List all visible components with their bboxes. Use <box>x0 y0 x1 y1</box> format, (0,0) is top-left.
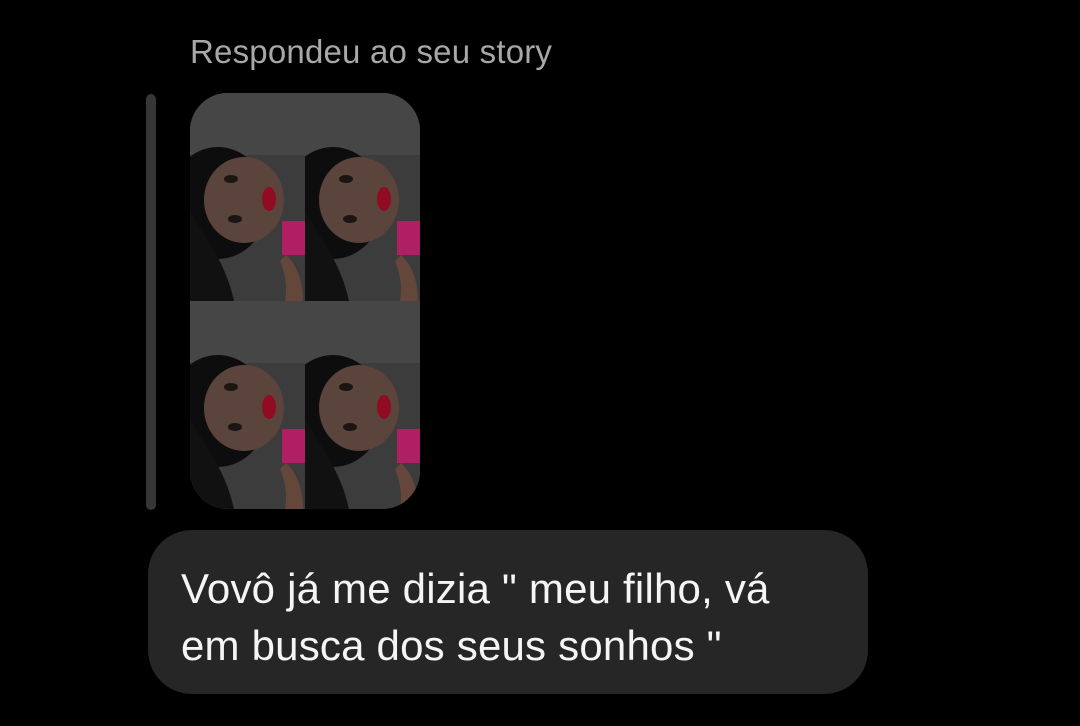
message-text: Vovô já me dizia " meu filho, vá em busc… <box>181 565 770 669</box>
reply-indicator-bar <box>146 94 156 510</box>
story-preview-thumbnail[interactable] <box>190 93 420 509</box>
story-reply-label: Respondeu ao seu story <box>190 33 553 70</box>
message-bubble[interactable]: Vovô já me dizia " meu filho, vá em busc… <box>148 530 868 694</box>
story-photo-tile <box>190 93 305 301</box>
story-photo-tile <box>190 301 305 509</box>
chat-screen: Respondeu ao seu story Vovô já me dizia … <box>0 0 1080 726</box>
story-photo-tile <box>305 93 420 301</box>
story-photo-tile <box>305 301 420 509</box>
